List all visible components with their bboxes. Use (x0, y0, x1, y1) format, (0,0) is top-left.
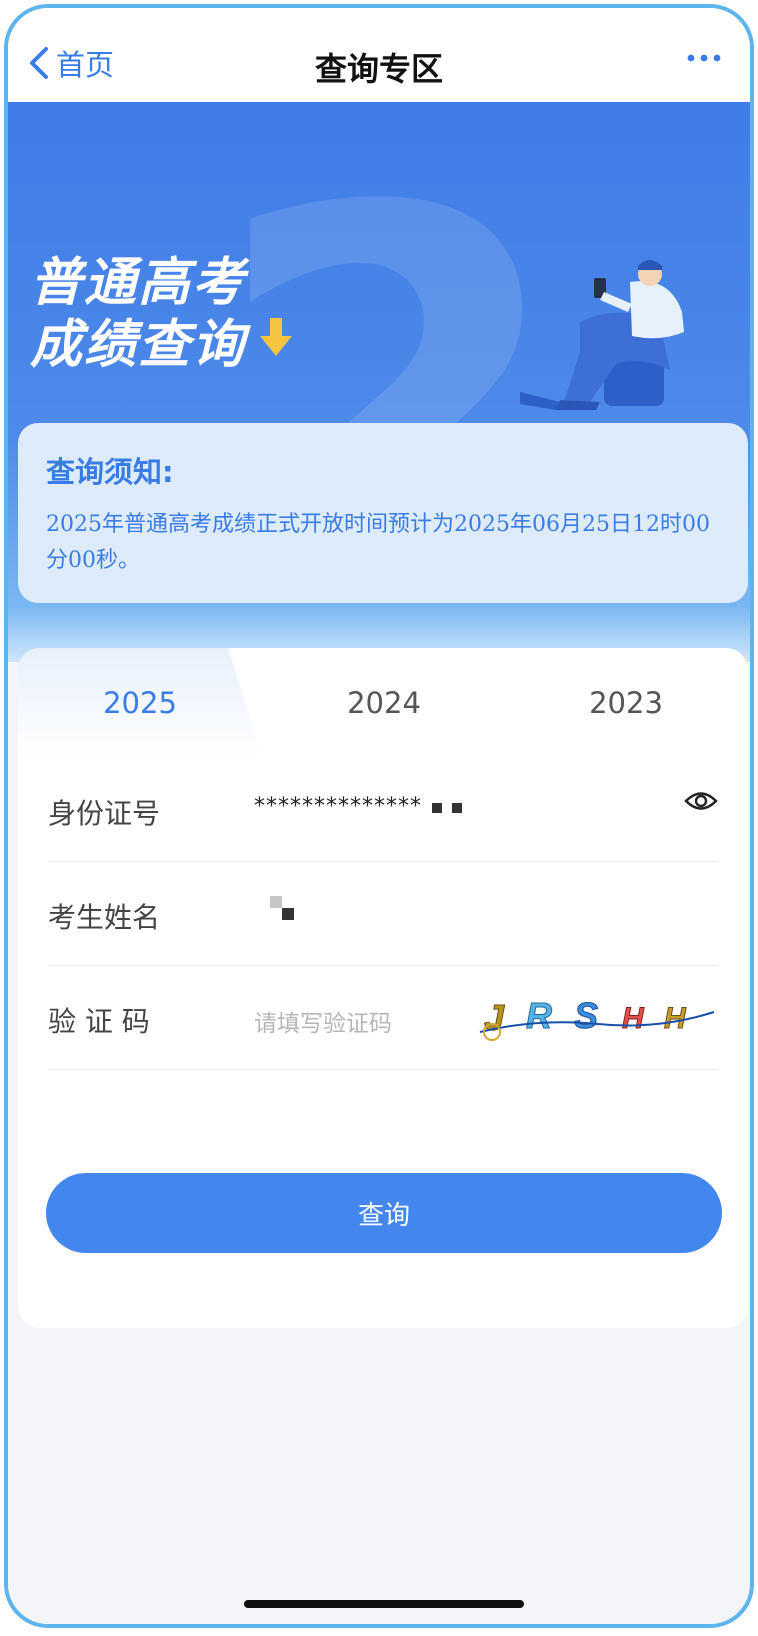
captcha-char-2: R (526, 995, 552, 1036)
id-number-row: 身份证号 ************** (48, 758, 718, 862)
notice-body: 2025年普通高考成绩正式开放时间预计为2025年06月25日12时00分00秒… (46, 512, 710, 573)
id-number-value: ************** (254, 794, 422, 819)
home-indicator (244, 1600, 524, 1608)
phone-frame: 首页 查询专区 2 普通高考 成绩查询 查询须知: 2025年普通高考成绩正式开… (4, 4, 754, 1628)
name-input[interactable] (270, 896, 296, 928)
captcha-char-4: H (622, 1002, 645, 1035)
id-number-input[interactable]: ************** (254, 794, 462, 819)
tab-2024[interactable]: 2024 (262, 648, 506, 758)
arrow-down-icon (260, 318, 292, 356)
query-button[interactable]: 查询 (46, 1173, 722, 1253)
tab-2025[interactable]: 2025 (18, 648, 262, 758)
masked-char (432, 803, 442, 813)
id-number-label: 身份证号 (48, 797, 161, 830)
notice-title: 查询须知: (46, 455, 174, 489)
captcha-char-5: H (664, 1002, 687, 1035)
more-icon[interactable] (686, 48, 722, 68)
banner-headline: 普通高考 成绩查询 (30, 252, 246, 376)
captcha-char-1: J (484, 997, 505, 1038)
masked-name-icon (270, 896, 294, 920)
captcha-char-3: S (574, 995, 598, 1036)
tab-2023[interactable]: 2023 (504, 648, 748, 758)
student-illustration-icon (520, 260, 684, 410)
captcha-label: 验 证 码 (48, 1005, 150, 1038)
captcha-input[interactable]: 请填写验证码 (254, 1004, 392, 1038)
banner-line1: 普通高考 (30, 253, 247, 313)
masked-char (452, 803, 462, 813)
name-label: 考生姓名 (48, 901, 161, 934)
captcha-image[interactable]: J R S H H (478, 988, 718, 1044)
year-tabs: 2025 2024 2023 (18, 648, 748, 758)
name-row: 考生姓名 (48, 862, 718, 966)
captcha-row: 验 证 码 请填写验证码 J R S H H (48, 966, 718, 1070)
nav-bar: 首页 查询专区 (8, 8, 750, 102)
page-title: 查询专区 (314, 50, 443, 88)
notice-box: 查询须知: 2025年普通高考成绩正式开放时间预计为2025年06月25日12时… (18, 423, 748, 603)
banner-line2: 成绩查询 (30, 315, 247, 375)
eye-icon[interactable] (684, 788, 718, 814)
